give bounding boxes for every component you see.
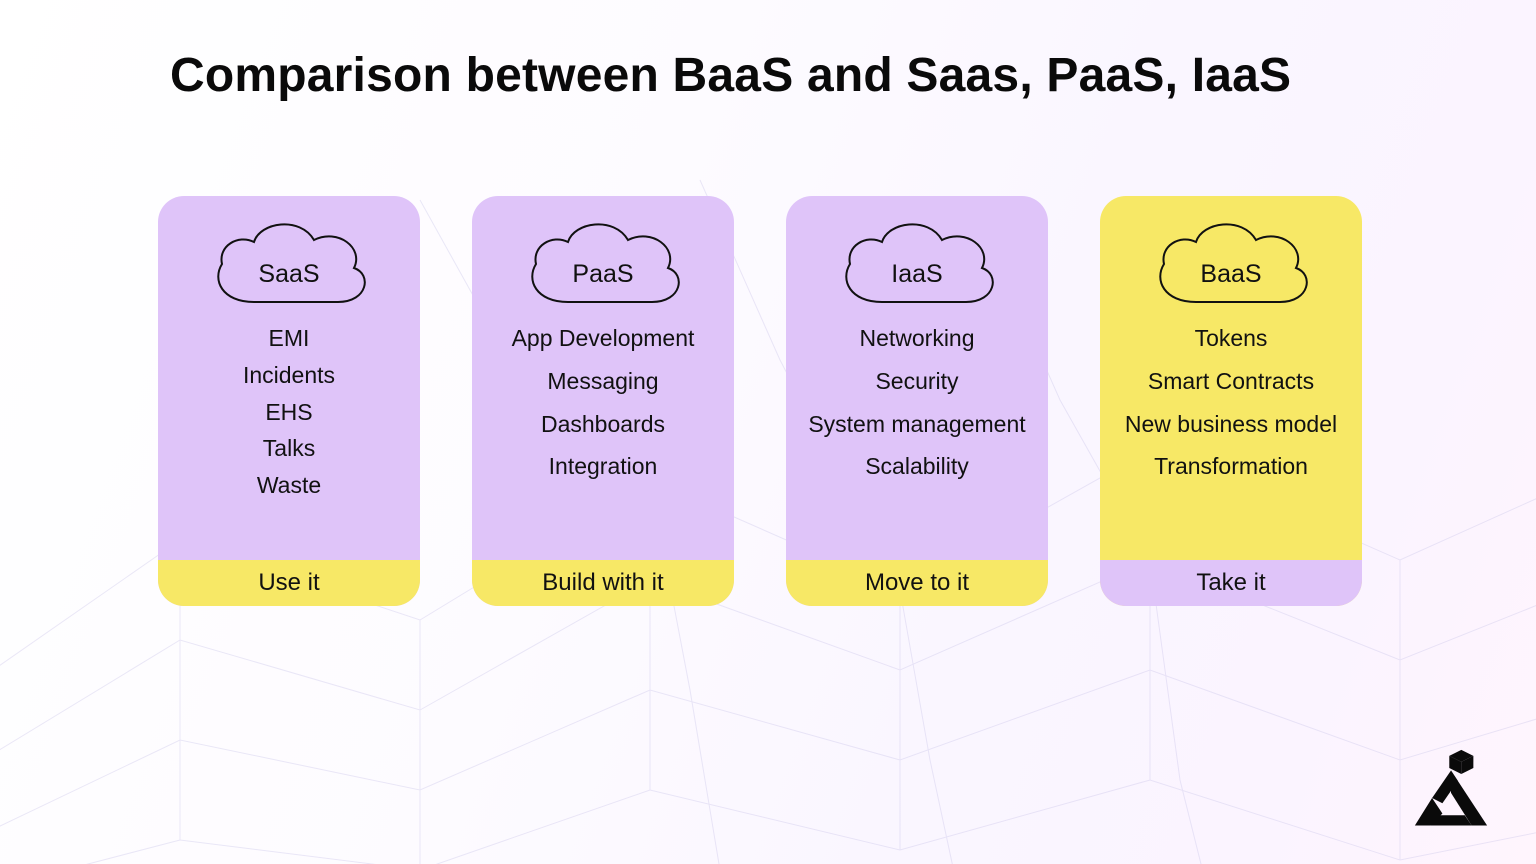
list-item: Incidents [243, 361, 335, 390]
list-item: Integration [549, 452, 658, 481]
card-iaas: IaaS Networking Security System manageme… [786, 196, 1048, 606]
list-item: System management [808, 410, 1025, 439]
card-footer: Move to it [786, 560, 1048, 606]
card-baas: BaaS Tokens Smart Contracts New business… [1100, 196, 1362, 606]
card-footer: Build with it [472, 560, 734, 606]
list-item: EHS [265, 398, 312, 427]
list-item: Smart Contracts [1148, 367, 1314, 396]
cloud-icon: BaaS [1146, 214, 1316, 306]
card-items: EMI Incidents EHS Talks Waste [229, 324, 349, 560]
brand-logo-icon [1408, 746, 1494, 826]
list-item: Scalability [865, 452, 969, 481]
list-item: Transformation [1154, 452, 1308, 481]
cloud-icon: PaaS [518, 214, 688, 306]
list-item: Talks [263, 434, 315, 463]
card-items: Networking Security System management Sc… [794, 324, 1039, 560]
list-item: New business model [1125, 410, 1337, 439]
card-label: BaaS [1146, 260, 1316, 289]
list-item: Waste [257, 471, 321, 500]
card-paas: PaaS App Development Messaging Dashboard… [472, 196, 734, 606]
cloud-icon: IaaS [832, 214, 1002, 306]
card-items: Tokens Smart Contracts New business mode… [1111, 324, 1351, 560]
card-footer: Take it [1100, 560, 1362, 606]
list-item: Security [875, 367, 958, 396]
list-item: Messaging [547, 367, 658, 396]
page-title: Comparison between BaaS and Saas, PaaS, … [170, 48, 1396, 103]
card-footer: Use it [158, 560, 420, 606]
list-item: Networking [859, 324, 974, 353]
cards-row: SaaS EMI Incidents EHS Talks Waste Use i… [158, 196, 1378, 606]
card-label: PaaS [518, 260, 688, 289]
list-item: EMI [269, 324, 310, 353]
list-item: App Development [512, 324, 695, 353]
list-item: Dashboards [541, 410, 665, 439]
card-label: SaaS [204, 260, 374, 289]
card-label: IaaS [832, 260, 1002, 289]
list-item: Tokens [1195, 324, 1268, 353]
cloud-icon: SaaS [204, 214, 374, 306]
card-saas: SaaS EMI Incidents EHS Talks Waste Use i… [158, 196, 420, 606]
card-items: App Development Messaging Dashboards Int… [498, 324, 709, 560]
